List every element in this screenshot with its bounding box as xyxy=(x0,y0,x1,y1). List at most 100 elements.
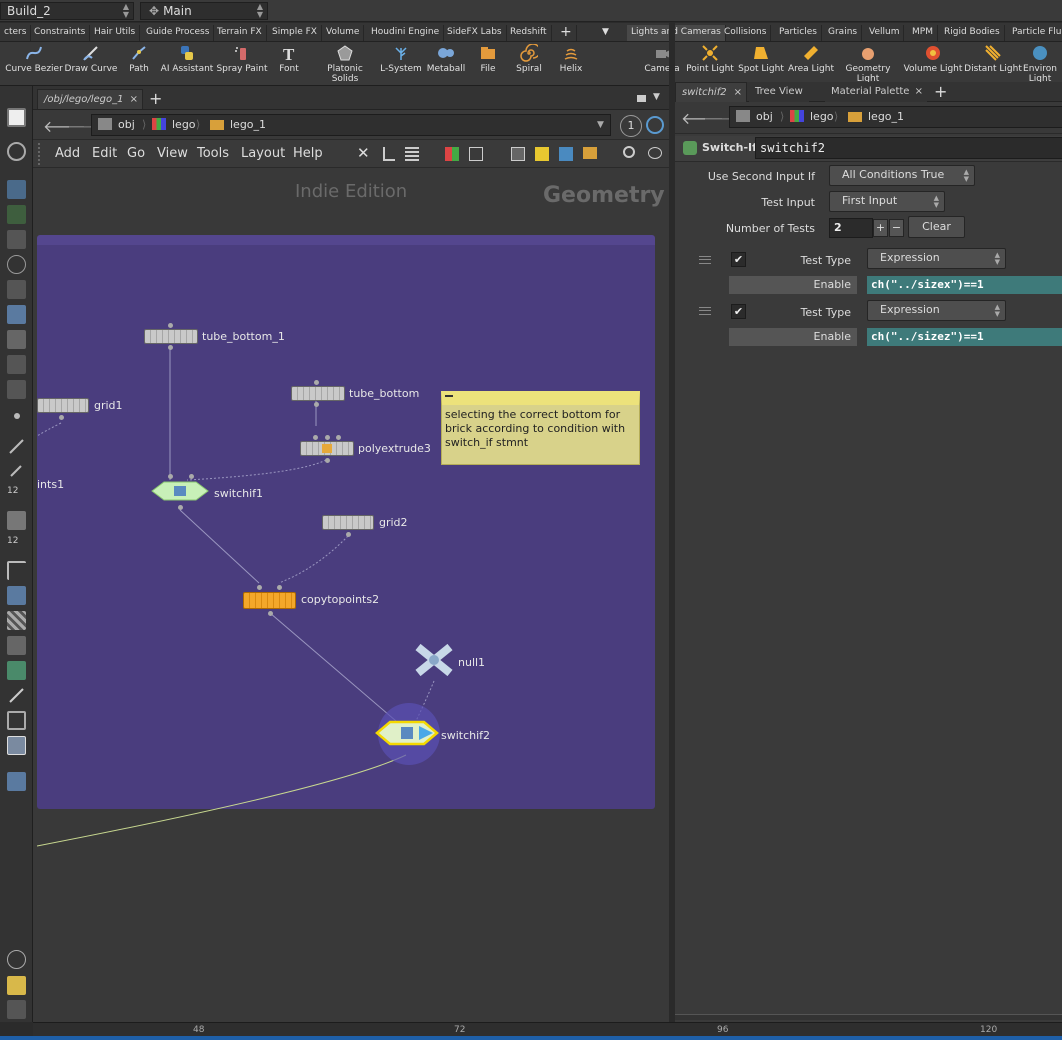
layout-icon[interactable] xyxy=(7,976,26,995)
scrollbar[interactable] xyxy=(675,1014,1062,1020)
handle-icon[interactable] xyxy=(7,686,26,705)
drag-handle-icon[interactable] xyxy=(699,256,711,264)
output-port[interactable] xyxy=(346,532,351,537)
link-icon[interactable] xyxy=(646,116,664,134)
clear-button[interactable]: Clear xyxy=(908,216,965,238)
shelf-tab[interactable]: Collisions xyxy=(720,25,772,41)
geo-icon[interactable] xyxy=(7,636,26,655)
edge-icon[interactable] xyxy=(7,437,26,456)
pin-number-icon[interactable]: 1 xyxy=(620,115,642,137)
test-2-type-menu[interactable]: Expression ▲ ▼ xyxy=(867,300,1006,321)
shelf-tab[interactable]: Guide Process xyxy=(142,25,215,41)
eye-icon[interactable] xyxy=(7,1000,26,1019)
color-palette-icon[interactable] xyxy=(445,147,459,161)
context-selector[interactable]: ✥ Main ▲ ▼ xyxy=(140,2,268,20)
input-port[interactable] xyxy=(168,474,173,479)
menu-view[interactable]: View xyxy=(157,146,188,161)
menu-add[interactable]: Add xyxy=(55,146,80,161)
shelf-tab[interactable]: Lights and Cameras xyxy=(627,25,726,41)
help-icon[interactable] xyxy=(7,142,26,161)
input-port[interactable] xyxy=(314,380,319,385)
tool-volume-light[interactable]: Volume Light xyxy=(903,44,963,74)
shelf-tab[interactable]: Houdini Engine xyxy=(367,25,445,41)
tab-material-palette[interactable]: Material Palette × xyxy=(825,82,927,102)
node-tube-bottom-1[interactable] xyxy=(144,329,198,344)
grip-icon[interactable] xyxy=(38,143,46,165)
pose-tool-icon[interactable] xyxy=(7,205,26,224)
output-port[interactable] xyxy=(314,402,319,407)
menu-go[interactable]: Go xyxy=(127,146,145,161)
ghost-icon[interactable] xyxy=(7,255,26,274)
path-breadcrumb[interactable]: obj ⟩ lego ⟩ lego_1 xyxy=(729,106,1062,128)
input-port[interactable] xyxy=(336,435,341,440)
input-port[interactable] xyxy=(189,474,194,479)
output-port[interactable] xyxy=(268,611,273,616)
menu-tools[interactable]: Tools xyxy=(197,146,229,161)
snap-icon[interactable] xyxy=(7,355,26,374)
tool-ai-assistant[interactable]: AI Assistant xyxy=(157,44,217,74)
grid-12b-icon[interactable]: 12 xyxy=(7,536,26,555)
desktop-selector[interactable]: Build_2 ▲ ▼ xyxy=(0,2,134,20)
shelf-tab[interactable]: Terrain FX xyxy=(213,25,267,41)
test-1-toggle[interactable]: ✔ xyxy=(731,252,746,267)
tool-geometry-light[interactable]: Geometry Light xyxy=(838,44,898,84)
grid-12-icon[interactable]: 12 xyxy=(7,486,26,505)
decrement-button[interactable]: − xyxy=(889,219,904,237)
node-grid1[interactable] xyxy=(37,398,89,413)
output-port[interactable] xyxy=(59,415,64,420)
node-null1[interactable] xyxy=(414,643,454,677)
background-image-icon[interactable] xyxy=(7,736,26,755)
shelf-tab[interactable]: Vellum xyxy=(865,25,905,41)
lock-icon[interactable] xyxy=(7,230,26,249)
search-icon[interactable] xyxy=(623,146,635,158)
light-icon[interactable] xyxy=(7,305,26,324)
close-icon[interactable]: × xyxy=(734,83,742,102)
breadcrumb-obj[interactable]: obj xyxy=(118,118,135,132)
input-port[interactable] xyxy=(257,585,262,590)
add-tab-icon[interactable]: + xyxy=(934,82,947,101)
display-icon[interactable] xyxy=(7,280,26,299)
add-tab-icon[interactable]: + xyxy=(149,89,162,108)
add-shelf-icon[interactable]: + xyxy=(556,25,577,41)
collapse-icon[interactable] xyxy=(445,395,453,397)
eye-icon[interactable] xyxy=(648,147,662,159)
tool-environment-light[interactable]: Environ Light xyxy=(1018,44,1062,84)
shelf-tab[interactable]: Particles xyxy=(775,25,822,41)
wrench-icon[interactable]: ✕ xyxy=(357,144,370,162)
test-2-expression-field[interactable]: ch("../sizez")==1 xyxy=(867,328,1062,346)
tool-distant-light[interactable]: Distant Light xyxy=(963,44,1023,74)
input-port[interactable] xyxy=(168,323,173,328)
node-name-field[interactable]: switchif2 xyxy=(755,137,1062,159)
output-port[interactable] xyxy=(325,458,330,463)
shelf-tab[interactable]: Grains xyxy=(824,25,863,41)
network-canvas[interactable]: Indie Edition Geometry tube_bottom_1 gri… xyxy=(37,168,669,1022)
tree-icon[interactable] xyxy=(383,147,395,161)
use-second-input-if-menu[interactable]: All Conditions True ▲ ▼ xyxy=(829,165,975,186)
shelf-tab[interactable]: Particle Fluid xyxy=(1008,25,1062,41)
shelf-tab[interactable]: Rigid Bodies xyxy=(940,25,1005,41)
tool-curve-bezier[interactable]: Curve Bezier xyxy=(4,44,64,74)
close-icon[interactable]: × xyxy=(915,82,923,101)
input-port[interactable] xyxy=(325,435,330,440)
test-1-type-menu[interactable]: Expression ▲ ▼ xyxy=(867,248,1006,269)
input-port[interactable] xyxy=(277,585,282,590)
node-switchif2[interactable] xyxy=(375,720,439,746)
menu-help[interactable]: Help xyxy=(293,146,323,161)
pane-menu-icon[interactable]: ▼ xyxy=(653,92,660,102)
network-tab[interactable]: /obj/lego/lego_1 × xyxy=(37,89,143,109)
point-icon[interactable] xyxy=(14,413,20,419)
node-copytopoints2[interactable] xyxy=(243,592,296,609)
close-icon[interactable]: × xyxy=(130,90,138,109)
tool-area-light[interactable]: Area Light xyxy=(781,44,841,74)
network-box-icon[interactable] xyxy=(511,147,525,161)
drag-handle-icon[interactable] xyxy=(699,307,711,315)
select-tool-icon[interactable] xyxy=(7,108,26,127)
shelf-tab[interactable]: Redshift xyxy=(506,25,552,41)
shelf-tab[interactable]: cters xyxy=(0,25,32,41)
particle-icon[interactable] xyxy=(7,661,26,680)
shading-icon[interactable] xyxy=(7,330,26,349)
output-port[interactable] xyxy=(168,345,173,350)
tool-helix[interactable]: Helix xyxy=(541,44,601,74)
breadcrumb-obj[interactable]: obj xyxy=(756,110,773,124)
test-2-toggle[interactable]: ✔ xyxy=(731,304,746,319)
